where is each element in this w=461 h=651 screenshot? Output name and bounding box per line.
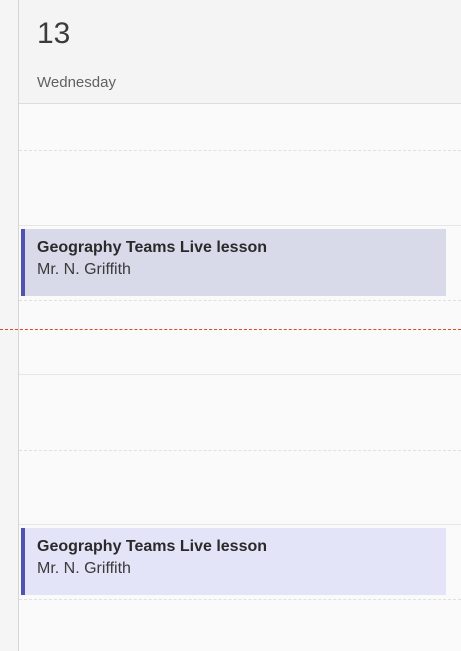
half-hour-line (19, 150, 461, 151)
event-organizer: Mr. N. Griffith (37, 261, 131, 278)
event-title: Geography Teams Live lesson (37, 538, 268, 555)
hour-line (19, 524, 461, 525)
event-organizer: Mr. N. Griffith (37, 560, 131, 577)
event-title: Geography Teams Live lesson (37, 239, 268, 256)
calendar-event[interactable]: Geography Teams Live lesson Mr. N. Griff… (21, 229, 446, 296)
hour-line (19, 374, 461, 375)
hour-line (19, 225, 461, 226)
time-rail (0, 0, 19, 651)
half-hour-line (19, 450, 461, 451)
current-time-line (0, 329, 461, 330)
half-hour-line (19, 300, 461, 301)
calendar-day-view: 13 Wednesday Geography Teams Live lesson… (0, 0, 461, 651)
half-hour-line (19, 599, 461, 600)
day-number: 13 (37, 17, 71, 50)
time-grid[interactable]: Geography Teams Live lesson Mr. N. Griff… (0, 104, 461, 651)
calendar-event[interactable]: Geography Teams Live lesson Mr. N. Griff… (21, 528, 446, 595)
day-header[interactable]: 13 Wednesday (19, 0, 461, 104)
day-name: Wednesday (37, 74, 116, 91)
